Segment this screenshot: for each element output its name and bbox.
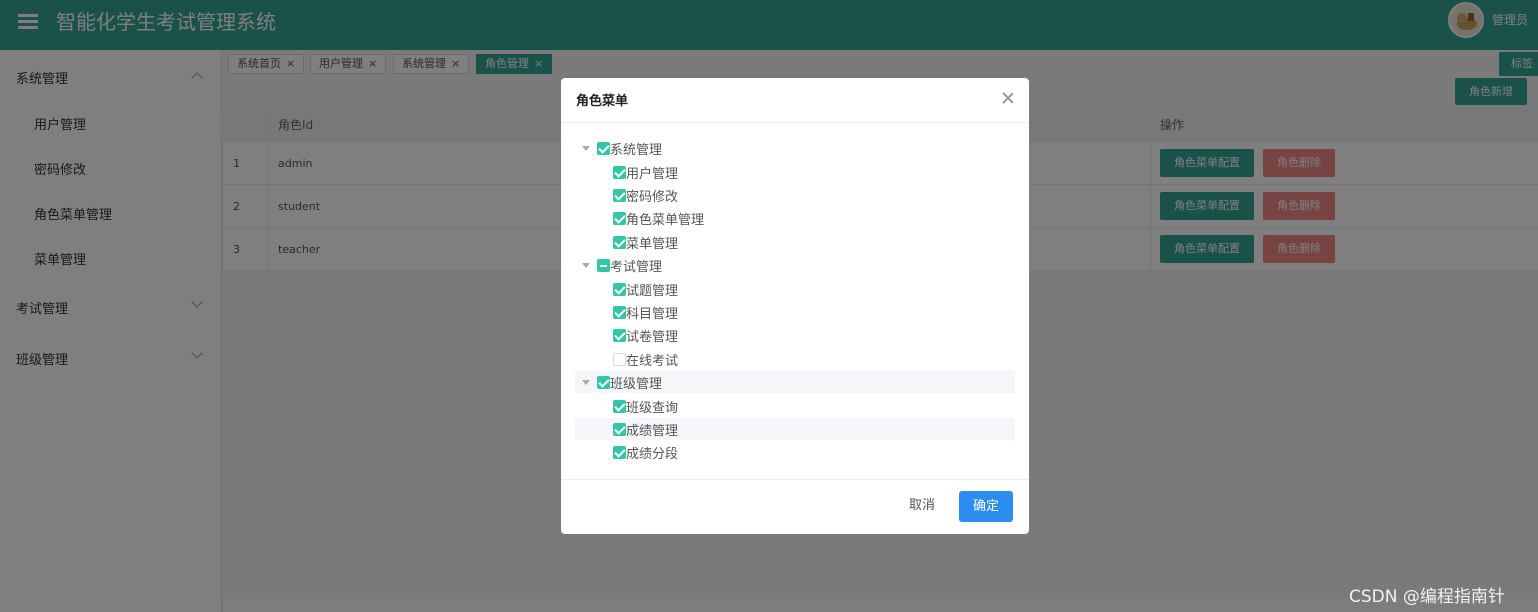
checkbox-checked[interactable] [613, 188, 626, 202]
tree-node-online-exam[interactable]: 在线考试 [613, 348, 678, 370]
checkbox-checked[interactable] [613, 305, 626, 319]
tree-node-paper-management[interactable]: 试卷管理 [613, 324, 678, 346]
tree-node-role-menu[interactable]: 角色菜单管理 [613, 207, 704, 229]
checkbox-indeterminate[interactable] [597, 258, 610, 272]
close-icon[interactable] [1001, 91, 1015, 105]
tree-node-user-management[interactable]: 用户管理 [613, 161, 678, 183]
tree-node-score-management[interactable]: 成绩管理 [575, 418, 1015, 440]
caret-down-icon[interactable] [582, 145, 590, 151]
checkbox-checked[interactable] [613, 282, 626, 296]
tree-node-score-segments[interactable]: 成绩分段 [613, 441, 678, 463]
role-menu-dialog: 角色菜单 系统管理 用户管理 密码修改 角色菜单管理 菜单管理 考试管理 试题管… [561, 78, 1029, 534]
tree-node-subject-management[interactable]: 科目管理 [613, 301, 678, 323]
tree-node-class[interactable]: 班级管理 [575, 371, 1015, 393]
checkbox-checked[interactable] [613, 422, 626, 436]
checkbox-checked[interactable] [613, 211, 626, 225]
tree-node-password[interactable]: 密码修改 [613, 184, 678, 206]
cancel-button[interactable]: 取消 [897, 494, 947, 518]
caret-down-icon[interactable] [582, 262, 590, 268]
watermark: CSDN @编程指南针 [1349, 587, 1505, 607]
checkbox-checked[interactable] [613, 235, 626, 249]
checkbox-checked[interactable] [613, 445, 626, 459]
tree-node-question-management[interactable]: 试题管理 [613, 278, 678, 300]
caret-down-icon[interactable] [582, 379, 590, 385]
checkbox-checked[interactable] [597, 141, 610, 155]
confirm-button[interactable]: 确定 [959, 491, 1013, 522]
checkbox-checked[interactable] [613, 165, 626, 179]
checkbox-unchecked[interactable] [613, 352, 626, 366]
tree-node-exam[interactable]: 考试管理 [582, 254, 662, 276]
tree-node-menu-management[interactable]: 菜单管理 [613, 231, 678, 253]
dialog-title: 角色菜单 [576, 94, 629, 109]
tree-node-system[interactable]: 系统管理 [582, 137, 662, 159]
tree-node-class-query[interactable]: 班级查询 [613, 395, 678, 417]
checkbox-checked[interactable] [597, 375, 610, 389]
checkbox-checked[interactable] [613, 328, 626, 342]
checkbox-checked[interactable] [613, 399, 626, 413]
